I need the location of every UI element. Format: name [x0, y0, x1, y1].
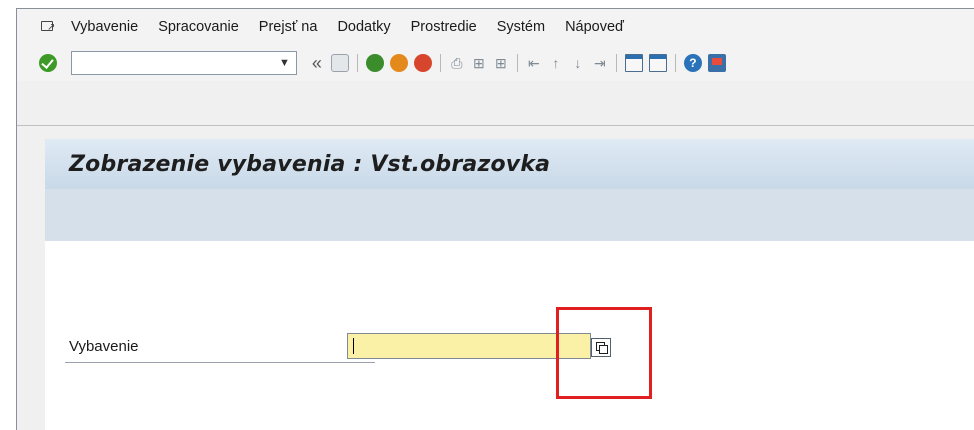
- last-page-icon[interactable]: ⇥: [591, 54, 609, 72]
- menu-item-prejst-na[interactable]: Prejsť na: [259, 19, 318, 35]
- find-next-icon[interactable]: ⊞: [492, 54, 510, 72]
- menu-item-spracovanie[interactable]: Spracovanie: [158, 19, 239, 35]
- menu-item-dodatky[interactable]: Dodatky: [337, 19, 390, 35]
- system-menu-icon[interactable]: ↗: [41, 20, 57, 34]
- shortcut-icon[interactable]: [648, 54, 667, 72]
- command-dropdown-icon[interactable]: ▼: [279, 57, 290, 69]
- toolbar-separator: [615, 54, 617, 72]
- enter-icon[interactable]: [39, 54, 57, 72]
- collapse-toolbar-icon[interactable]: «: [312, 54, 322, 72]
- menu-item-vybavenie[interactable]: Vybavenie: [71, 19, 138, 35]
- exit-icon[interactable]: [389, 54, 408, 72]
- standard-toolbar: ▼ « ⎙ ⊞ ⊞ ⇤ ↑ ↓ ⇥ ?: [17, 45, 974, 81]
- save-icon[interactable]: [330, 54, 349, 72]
- highlight-annotation: [556, 307, 652, 399]
- vybavenie-label: Vybavenie: [69, 338, 139, 355]
- first-page-icon[interactable]: ⇤: [525, 54, 543, 72]
- toolbar-separator: [516, 54, 518, 72]
- print-icon[interactable]: ⎙: [448, 54, 466, 72]
- find-icon[interactable]: ⊞: [470, 54, 488, 72]
- next-page-icon[interactable]: ↓: [569, 54, 587, 72]
- previous-page-icon[interactable]: ↑: [547, 54, 565, 72]
- application-toolbar: [45, 189, 974, 241]
- text-cursor: [353, 338, 354, 354]
- title-bar: Zobrazenie vybavenia : Vst.obrazovka: [45, 139, 974, 189]
- page-title: Zobrazenie vybavenia : Vst.obrazovka: [69, 151, 551, 177]
- menu-item-prostredie[interactable]: Prostredie: [411, 19, 477, 35]
- cancel-icon[interactable]: [413, 54, 432, 72]
- help-icon[interactable]: ?: [683, 54, 702, 72]
- customize-layout-icon[interactable]: [707, 54, 726, 72]
- menu-item-napoved[interactable]: Nápoveď: [565, 19, 624, 35]
- sap-window: ↗ Vybavenie Spracovanie Prejsť na Dodatk…: [16, 8, 974, 430]
- vybavenie-input[interactable]: [347, 333, 591, 359]
- header-divider: [17, 125, 974, 126]
- menu-item-system[interactable]: Systém: [497, 19, 545, 35]
- new-session-icon[interactable]: [624, 54, 643, 72]
- toolbar-separator: [356, 54, 358, 72]
- command-field[interactable]: [71, 51, 297, 75]
- back-icon[interactable]: [365, 54, 384, 72]
- label-underline: [65, 362, 375, 363]
- toolbar-separator: [439, 54, 441, 72]
- toolbar-separator: [674, 54, 676, 72]
- menu-bar: ↗ Vybavenie Spracovanie Prejsť na Dodatk…: [17, 9, 974, 45]
- selection-screen: Vybavenie: [45, 241, 974, 430]
